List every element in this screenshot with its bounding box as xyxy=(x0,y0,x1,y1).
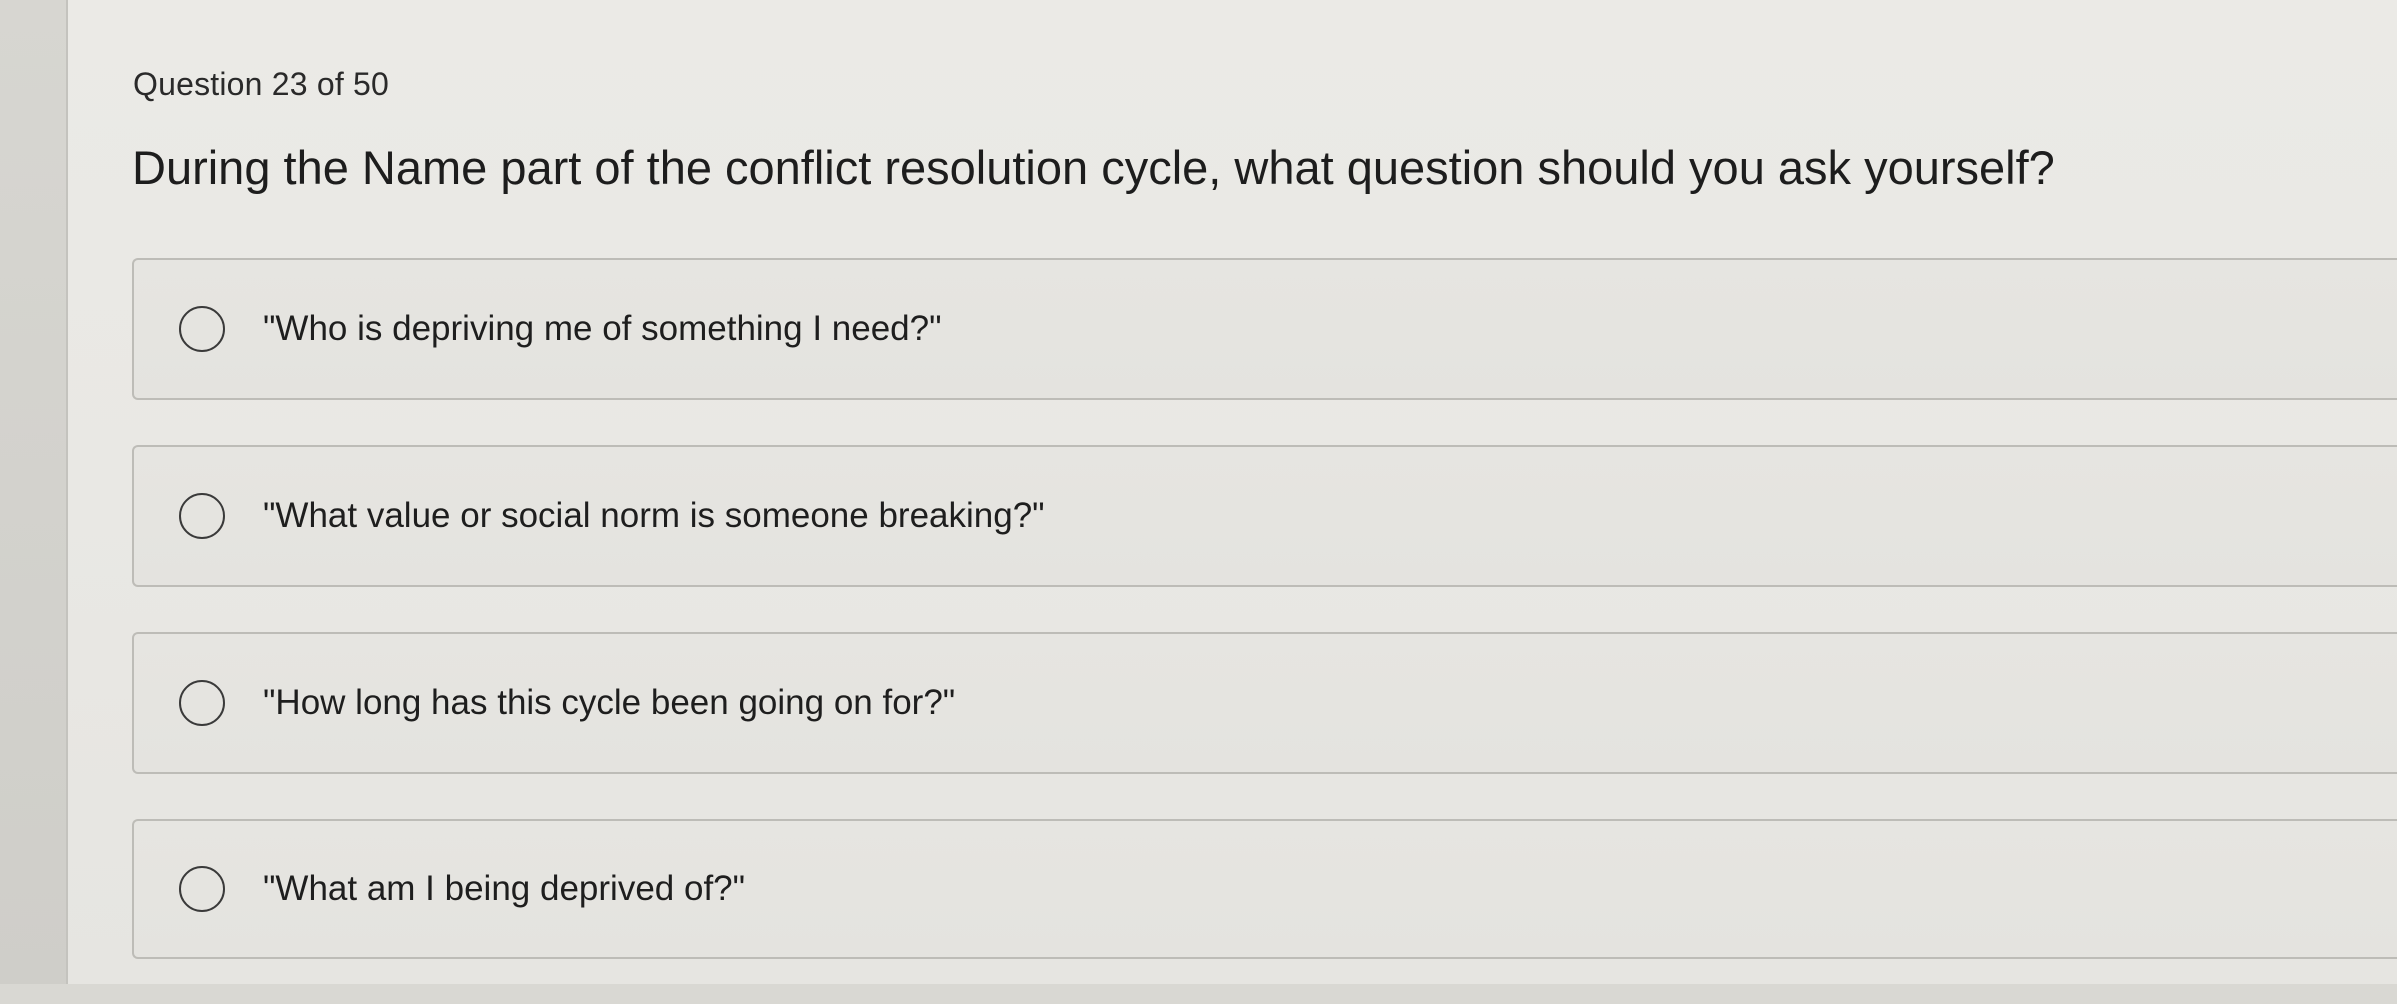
question-text: During the Name part of the conflict res… xyxy=(132,141,2055,194)
radio-button-icon[interactable] xyxy=(179,866,225,912)
radio-button-icon[interactable] xyxy=(179,680,225,726)
answer-option-label: "What am I being deprived of?" xyxy=(263,869,746,908)
answer-option-1[interactable]: "Who is depriving me of something I need… xyxy=(132,258,2397,400)
screen: Question 23 of 50 During the Name part o… xyxy=(0,0,2397,984)
answer-option-label: "How long has this cycle been going on f… xyxy=(263,683,956,722)
answer-option-label: "What value or social norm is someone br… xyxy=(263,496,1045,535)
answer-options: "Who is depriving me of something I need… xyxy=(132,258,2397,1004)
question-counter: Question 23 of 50 xyxy=(133,66,390,102)
answer-option-3[interactable]: "How long has this cycle been going on f… xyxy=(132,632,2397,774)
radio-button-icon[interactable] xyxy=(179,306,225,352)
answer-option-2[interactable]: "What value or social norm is someone br… xyxy=(132,445,2397,587)
left-gutter xyxy=(0,0,68,984)
answer-option-4[interactable]: "What am I being deprived of?" xyxy=(132,819,2397,959)
answer-option-label: "Who is depriving me of something I need… xyxy=(263,309,942,348)
radio-button-icon[interactable] xyxy=(179,493,225,539)
